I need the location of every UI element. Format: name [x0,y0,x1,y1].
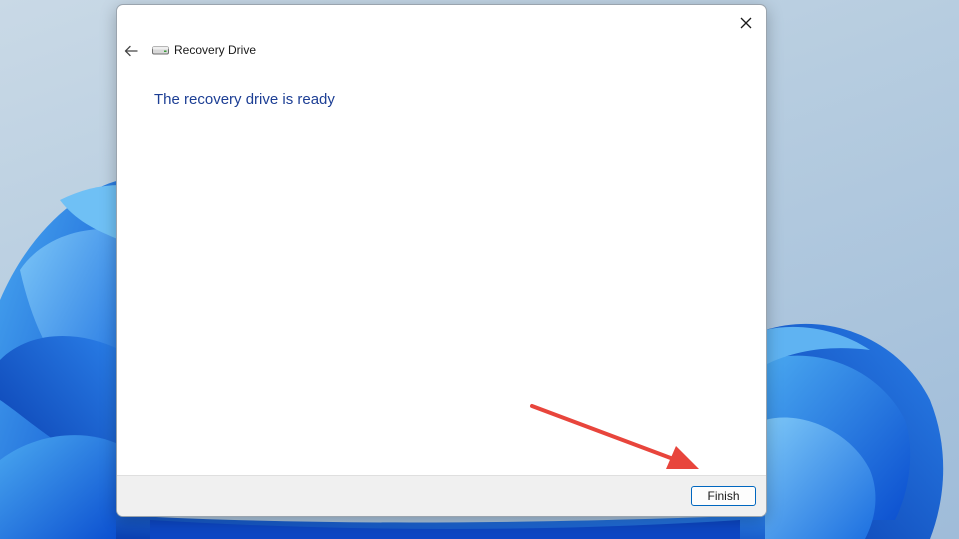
page-heading: The recovery drive is ready [154,91,335,108]
drive-icon [152,46,169,55]
back-arrow-icon [124,45,138,57]
close-icon [740,17,752,29]
back-button[interactable] [122,42,140,60]
close-button[interactable] [732,9,760,37]
window-title: Recovery Drive [174,43,257,57]
finish-button[interactable]: Finish [691,486,756,506]
recovery-drive-window: Recovery Drive The recovery drive is rea… [116,4,767,517]
footer-bar: Finish [117,475,766,516]
desktop-background: Recovery Drive The recovery drive is rea… [0,0,959,539]
title-bar: Recovery Drive [152,43,256,57]
